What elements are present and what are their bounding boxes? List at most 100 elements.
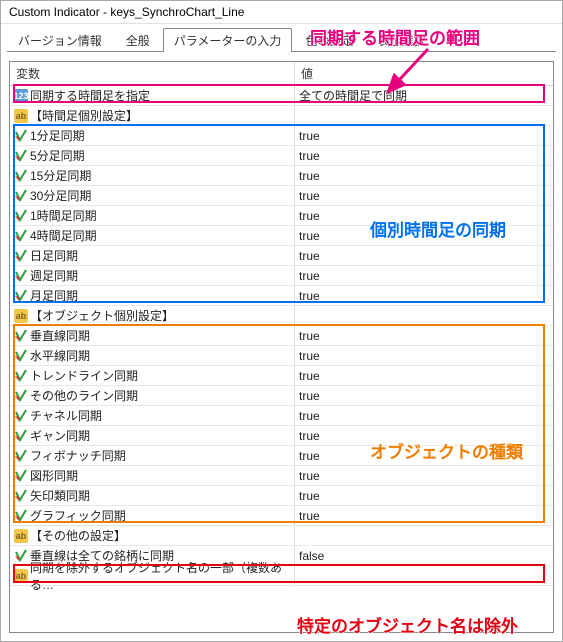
cell-value[interactable] [295, 306, 553, 325]
variable-label: 4時間足同期 [30, 227, 97, 244]
cell-value[interactable]: true [295, 206, 553, 225]
variable-label: 日足同期 [30, 247, 78, 264]
variable-label: 図形同期 [30, 467, 78, 484]
cell-value[interactable]: true [295, 446, 553, 465]
table-row[interactable]: 月足同期true [10, 286, 553, 306]
table-row[interactable]: ab同期を除外するオブジェクト名の一部（複数ある… [10, 566, 553, 586]
table-row[interactable]: 垂直線同期 true [10, 326, 553, 346]
tab-colors[interactable]: 色の設定 [294, 28, 364, 52]
variable-label: 【その他の設定】 [30, 527, 126, 544]
string-icon: ab [14, 529, 28, 543]
cell-variable: 月足同期 [10, 286, 295, 305]
bool-icon [14, 249, 28, 263]
cell-variable: 日足同期 [10, 246, 295, 265]
cell-value[interactable]: true [295, 266, 553, 285]
variable-label: フィボナッチ同期 [30, 447, 126, 464]
window-title: Custom Indicator - keys_SynchroChart_Lin… [1, 1, 562, 24]
table-row[interactable]: ab【時間足個別設定】 [10, 106, 553, 126]
cell-value[interactable]: true [295, 346, 553, 365]
cell-value[interactable]: true [295, 146, 553, 165]
table-row[interactable]: チャネル同期true [10, 406, 553, 426]
cell-value[interactable] [295, 566, 553, 585]
cell-value[interactable]: true [295, 426, 553, 445]
bool-icon [14, 209, 28, 223]
table-row[interactable]: 矢印類同期 true [10, 486, 553, 506]
bool-icon [14, 509, 28, 523]
tab-version[interactable]: バージョン情報 [7, 28, 113, 52]
table-row[interactable]: トレンドライン同期 true [10, 366, 553, 386]
cell-value[interactable] [295, 526, 553, 545]
table-row[interactable]: 30分足同期true [10, 186, 553, 206]
bool-icon [14, 329, 28, 343]
bool-icon [14, 289, 28, 303]
table-row[interactable]: 1時間足同期 true [10, 206, 553, 226]
cell-value[interactable]: true [295, 166, 553, 185]
table-row[interactable]: 5分足同期true [10, 146, 553, 166]
table-row[interactable]: その他のライン同期 true [10, 386, 553, 406]
cell-value[interactable]: true [295, 386, 553, 405]
variable-label: 同期する時間足を指定 [30, 87, 150, 104]
variable-label: その他のライン同期 [30, 387, 138, 404]
cell-value[interactable]: 全ての時間足で同期 [295, 86, 553, 105]
cell-value[interactable] [295, 106, 553, 125]
cell-variable: 4時間足同期 [10, 226, 295, 245]
cell-value[interactable]: false [295, 546, 553, 565]
table-row[interactable]: 4時間足同期 true [10, 226, 553, 246]
variable-label: 水平線同期 [30, 347, 90, 364]
table-row[interactable]: 水平線同期 true [10, 346, 553, 366]
variable-label: トレンドライン同期 [30, 367, 138, 384]
table-row[interactable]: ギャン同期true [10, 426, 553, 446]
cell-variable: ギャン同期 [10, 426, 295, 445]
tab-display[interactable]: 表示選択 [366, 28, 436, 52]
cell-variable: ab同期を除外するオブジェクト名の一部（複数ある… [10, 566, 295, 585]
table-row[interactable]: 123同期する時間足を指定 全ての時間足で同期 [10, 86, 553, 106]
bool-icon [14, 469, 28, 483]
table-row[interactable]: 図形同期 true [10, 466, 553, 486]
cell-variable: 1分足同期 [10, 126, 295, 145]
cell-value[interactable]: true [295, 506, 553, 525]
variable-label: 【オブジェクト個別設定】 [30, 307, 174, 324]
bool-icon [14, 489, 28, 503]
cell-value[interactable]: true [295, 286, 553, 305]
cell-value[interactable]: true [295, 126, 553, 145]
tab-general[interactable]: 全般 [115, 28, 161, 52]
cell-value[interactable]: true [295, 326, 553, 345]
bool-icon [14, 549, 28, 563]
number-icon: 123 [14, 89, 28, 103]
tab-bar: バージョン情報 全般 パラメーターの入力 色の設定 表示選択 [1, 24, 562, 52]
cell-value[interactable]: true [295, 466, 553, 485]
variable-label: 1分足同期 [30, 127, 85, 144]
cell-value[interactable]: true [295, 486, 553, 505]
table-row[interactable]: フィボナッチ同期 true [10, 446, 553, 466]
variable-label: 1時間足同期 [30, 207, 97, 224]
table-row[interactable]: ab【オブジェクト個別設定】 [10, 306, 553, 326]
bool-icon [14, 409, 28, 423]
cell-variable: トレンドライン同期 [10, 366, 295, 385]
cell-value[interactable]: true [295, 406, 553, 425]
variable-label: グラフィック同期 [30, 507, 126, 524]
cell-value[interactable]: true [295, 246, 553, 265]
cell-value[interactable]: true [295, 226, 553, 245]
table-row[interactable]: 日足同期 true [10, 246, 553, 266]
cell-value[interactable]: true [295, 186, 553, 205]
bool-icon [14, 349, 28, 363]
cell-variable: ab【時間足個別設定】 [10, 106, 295, 125]
table-row[interactable]: グラフィック同期 true [10, 506, 553, 526]
bool-icon [14, 369, 28, 383]
cell-variable: 矢印類同期 [10, 486, 295, 505]
cell-variable: グラフィック同期 [10, 506, 295, 525]
cell-value[interactable]: true [295, 366, 553, 385]
bool-icon [14, 389, 28, 403]
table-row[interactable]: ab【その他の設定】 [10, 526, 553, 546]
variable-label: 垂直線同期 [30, 327, 90, 344]
bool-icon [14, 449, 28, 463]
table-row[interactable]: 15分足同期true [10, 166, 553, 186]
table-row[interactable]: 週足同期true [10, 266, 553, 286]
parameter-grid: 変数 値 123同期する時間足を指定全ての時間足で同期ab【時間足個別設定】1分… [9, 61, 554, 633]
bool-icon [14, 189, 28, 203]
table-row[interactable]: 1分足同期 true [10, 126, 553, 146]
cell-variable: 30分足同期 [10, 186, 295, 205]
tab-parameters[interactable]: パラメーターの入力 [163, 28, 293, 52]
variable-label: 矢印類同期 [30, 487, 90, 504]
cell-variable: チャネル同期 [10, 406, 295, 425]
